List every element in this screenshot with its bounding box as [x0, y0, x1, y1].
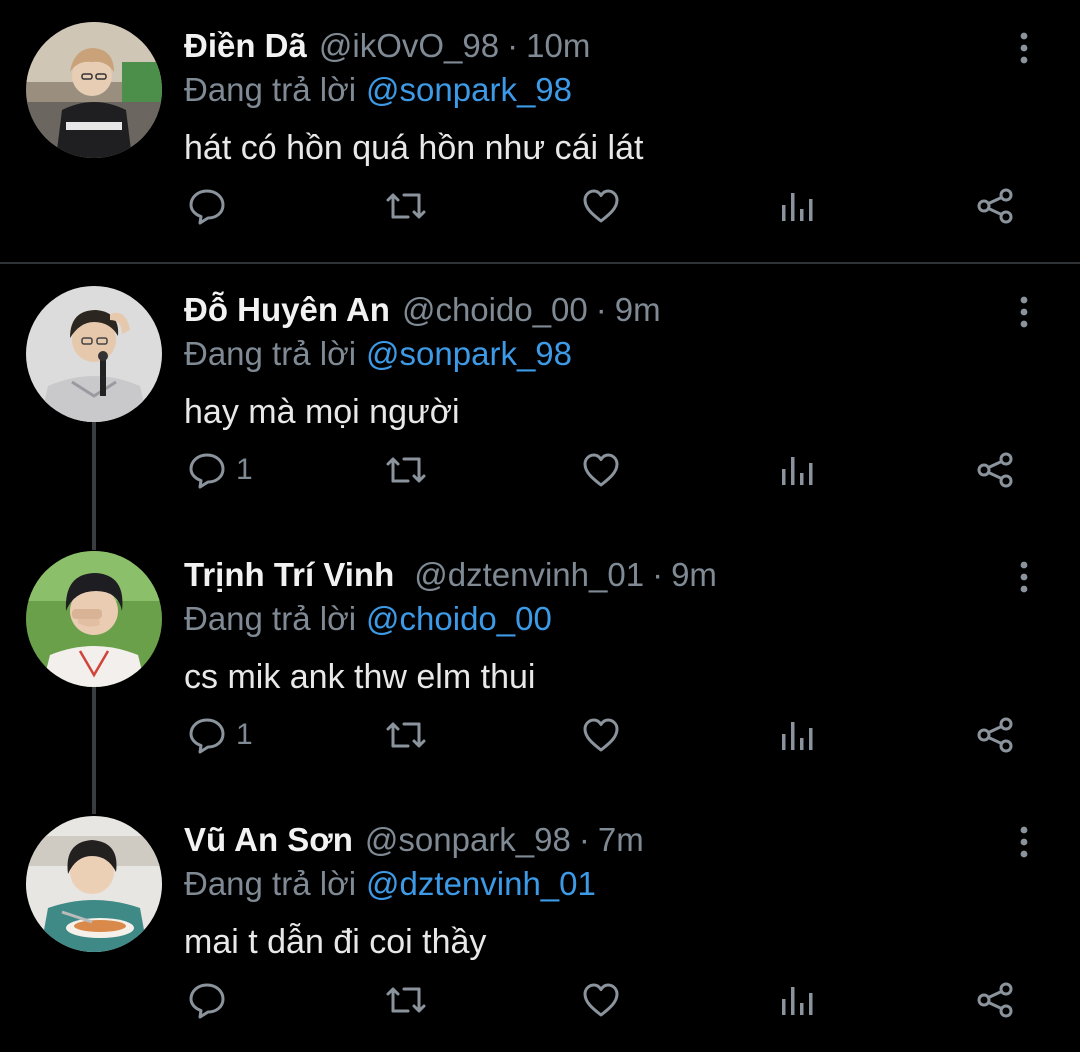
share-button[interactable]: [976, 174, 1014, 238]
avatar[interactable]: [26, 551, 162, 687]
tweet-text: hát có hồn quá hồn như cái lát: [184, 129, 644, 167]
separator-dot: ·: [507, 27, 519, 64]
timestamp[interactable]: 10m: [526, 22, 590, 70]
analytics-icon: [782, 457, 813, 485]
timestamp[interactable]: 9m: [615, 286, 661, 334]
tweet-actions: [0, 968, 1080, 1032]
share-icon: [977, 982, 1013, 1018]
reply-button[interactable]: [188, 968, 236, 1032]
like-icon: [583, 718, 619, 752]
like-button[interactable]: [582, 174, 620, 238]
retweet-button[interactable]: [384, 968, 428, 1032]
tweet-actions: 1: [0, 703, 1080, 767]
tweet-header: Vũ An Sơn @sonpark_98 · 7m: [184, 816, 644, 864]
timestamp[interactable]: 7m: [598, 816, 644, 864]
more-options-button[interactable]: [1006, 294, 1042, 330]
tweet[interactable]: Vũ An Sơn @sonpark_98 · 7m Đang trả lời @…: [0, 816, 1080, 1052]
share-button[interactable]: [976, 968, 1014, 1032]
reply-button[interactable]: [188, 174, 236, 238]
reply-button[interactable]: 1: [188, 703, 253, 767]
tweet-header: Đỗ Huyên An @choido_00 · 9m: [184, 286, 661, 334]
share-button[interactable]: [976, 438, 1014, 502]
retweet-button[interactable]: [384, 703, 428, 767]
analytics-button[interactable]: [780, 174, 814, 238]
reply-button[interactable]: 1: [188, 438, 253, 502]
more-options-button[interactable]: [1006, 559, 1042, 595]
user-handle[interactable]: @ikOvO_98: [319, 22, 499, 70]
like-button[interactable]: [582, 703, 620, 767]
reply-icon: [189, 718, 225, 754]
retweet-icon: [386, 457, 426, 483]
replying-to-label: Đang trả lời: [184, 335, 357, 372]
like-icon: [583, 189, 619, 223]
analytics-icon: [782, 193, 813, 221]
analytics-button[interactable]: [780, 968, 814, 1032]
reply-count: 1: [236, 453, 253, 486]
separator-dot: ·: [578, 821, 590, 858]
analytics-button[interactable]: [780, 438, 814, 502]
tweet-actions: 1: [0, 438, 1080, 502]
more-options-button[interactable]: [1006, 824, 1042, 860]
retweet-icon: [386, 987, 426, 1013]
retweet-icon: [386, 722, 426, 748]
tweet-text: mai t dẫn đi coi thầy: [184, 923, 487, 961]
like-icon: [583, 453, 619, 487]
share-icon: [977, 188, 1013, 224]
separator-dot: ·: [652, 556, 664, 593]
tweet-header: Trịnh Trí Vinh @dztenvinh_01 · 9m: [184, 551, 717, 599]
more-options-button[interactable]: [1006, 30, 1042, 66]
replying-to-label: Đang trả lời: [184, 865, 357, 902]
reply-count: 1: [236, 718, 253, 751]
tweet[interactable]: Điền Dã @ikOvO_98 · 10m Đang trả lời @son…: [0, 22, 1080, 258]
replying-to: Đang trả lời @choido_00: [184, 595, 552, 643]
like-button[interactable]: [582, 968, 620, 1032]
avatar[interactable]: [26, 286, 162, 422]
tweet[interactable]: Trịnh Trí Vinh @dztenvinh_01 · 9m Đang t…: [0, 551, 1080, 787]
reply-icon: [189, 453, 225, 489]
share-icon: [977, 717, 1013, 753]
replying-to: Đang trả lời @sonpark_98: [184, 66, 572, 114]
tweet-actions: [0, 174, 1080, 238]
avatar[interactable]: [26, 22, 162, 158]
more-vertical-icon: [1020, 561, 1028, 593]
user-handle[interactable]: @choido_00: [402, 286, 588, 334]
tweet-text: cs mik ank thw elm thui: [184, 658, 536, 696]
display-name[interactable]: Đỗ Huyên An: [184, 286, 390, 334]
tweet-text: hay mà mọi người: [184, 393, 460, 431]
user-handle[interactable]: @sonpark_98: [365, 816, 571, 864]
like-button[interactable]: [582, 438, 620, 502]
tweet[interactable]: Đỗ Huyên An @choido_00 · 9m Đang trả lời…: [0, 286, 1080, 522]
retweet-button[interactable]: [384, 438, 428, 502]
timestamp[interactable]: 9m: [671, 551, 717, 599]
replying-to-handle[interactable]: @sonpark_98: [366, 71, 572, 108]
replying-to: Đang trả lời @sonpark_98: [184, 330, 572, 378]
display-name[interactable]: Điền Dã: [184, 22, 307, 70]
tweet-divider: [0, 262, 1080, 264]
user-handle[interactable]: @dztenvinh_01: [414, 551, 644, 599]
more-vertical-icon: [1020, 296, 1028, 328]
like-icon: [583, 983, 619, 1017]
share-button[interactable]: [976, 703, 1014, 767]
retweet-icon: [386, 193, 426, 219]
analytics-icon: [782, 722, 813, 750]
share-icon: [977, 452, 1013, 488]
reply-icon: [189, 189, 225, 225]
more-vertical-icon: [1020, 32, 1028, 64]
more-vertical-icon: [1020, 826, 1028, 858]
replying-to: Đang trả lời @dztenvinh_01: [184, 860, 596, 908]
analytics-button[interactable]: [780, 703, 814, 767]
display-name[interactable]: Trịnh Trí Vinh: [184, 551, 394, 599]
reply-icon: [189, 983, 225, 1019]
display-name[interactable]: Vũ An Sơn: [184, 816, 353, 864]
tweet-header: Điền Dã @ikOvO_98 · 10m: [184, 22, 590, 70]
replying-to-handle[interactable]: @choido_00: [366, 600, 552, 637]
retweet-button[interactable]: [384, 174, 428, 238]
replying-to-handle[interactable]: @sonpark_98: [366, 335, 572, 372]
analytics-icon: [782, 987, 813, 1015]
replying-to-label: Đang trả lời: [184, 600, 357, 637]
avatar[interactable]: [26, 816, 162, 952]
replying-to-handle[interactable]: @dztenvinh_01: [366, 865, 596, 902]
separator-dot: ·: [595, 291, 607, 328]
replying-to-label: Đang trả lời: [184, 71, 357, 108]
